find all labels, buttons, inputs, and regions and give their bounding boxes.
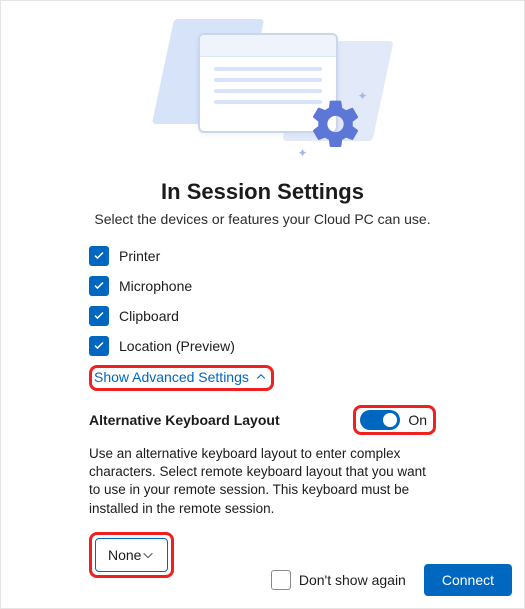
gear-icon xyxy=(308,96,364,157)
checkbox-checked-icon[interactable] xyxy=(89,336,109,356)
highlight-dropdown: None xyxy=(89,532,174,578)
device-location-row[interactable]: Location (Preview) xyxy=(89,331,436,361)
dialog-title: In Session Settings xyxy=(1,179,524,205)
in-session-settings-dialog: ✦ ✦ In Session Settings Select the devic… xyxy=(0,0,525,609)
show-advanced-settings-label: Show Advanced Settings xyxy=(94,369,249,385)
dont-show-again-checkbox[interactable] xyxy=(271,570,291,590)
alt-keyboard-toggle[interactable] xyxy=(360,410,400,430)
highlight-toggle: On xyxy=(353,405,436,435)
alt-keyboard-selected-value: None xyxy=(108,547,141,563)
dialog-subtitle: Select the devices or features your Clou… xyxy=(1,211,524,227)
connect-button[interactable]: Connect xyxy=(424,564,512,596)
alt-keyboard-heading: Alternative Keyboard Layout xyxy=(89,412,280,428)
show-advanced-settings-link[interactable]: Show Advanced Settings xyxy=(94,369,267,385)
alt-keyboard-layout-select[interactable]: None xyxy=(95,538,168,572)
chevron-up-icon xyxy=(255,371,267,383)
device-microphone-label: Microphone xyxy=(119,278,192,294)
chevron-down-icon xyxy=(141,548,155,562)
device-microphone-row[interactable]: Microphone xyxy=(89,271,436,301)
checkbox-checked-icon[interactable] xyxy=(89,246,109,266)
checkbox-checked-icon[interactable] xyxy=(89,306,109,326)
dialog-footer: Don't show again Connect xyxy=(271,564,512,596)
dont-show-again-row[interactable]: Don't show again xyxy=(271,570,406,590)
device-printer-row[interactable]: Printer xyxy=(89,241,436,271)
hero-illustration: ✦ ✦ xyxy=(1,11,524,161)
device-clipboard-label: Clipboard xyxy=(119,308,179,324)
dont-show-again-label: Don't show again xyxy=(299,572,406,588)
alt-keyboard-toggle-state: On xyxy=(408,412,427,428)
device-clipboard-row[interactable]: Clipboard xyxy=(89,301,436,331)
checkbox-checked-icon[interactable] xyxy=(89,276,109,296)
highlight-advanced-link: Show Advanced Settings xyxy=(89,365,274,391)
alt-keyboard-description: Use an alternative keyboard layout to en… xyxy=(89,445,436,518)
device-location-label: Location (Preview) xyxy=(119,338,235,354)
device-printer-label: Printer xyxy=(119,248,160,264)
